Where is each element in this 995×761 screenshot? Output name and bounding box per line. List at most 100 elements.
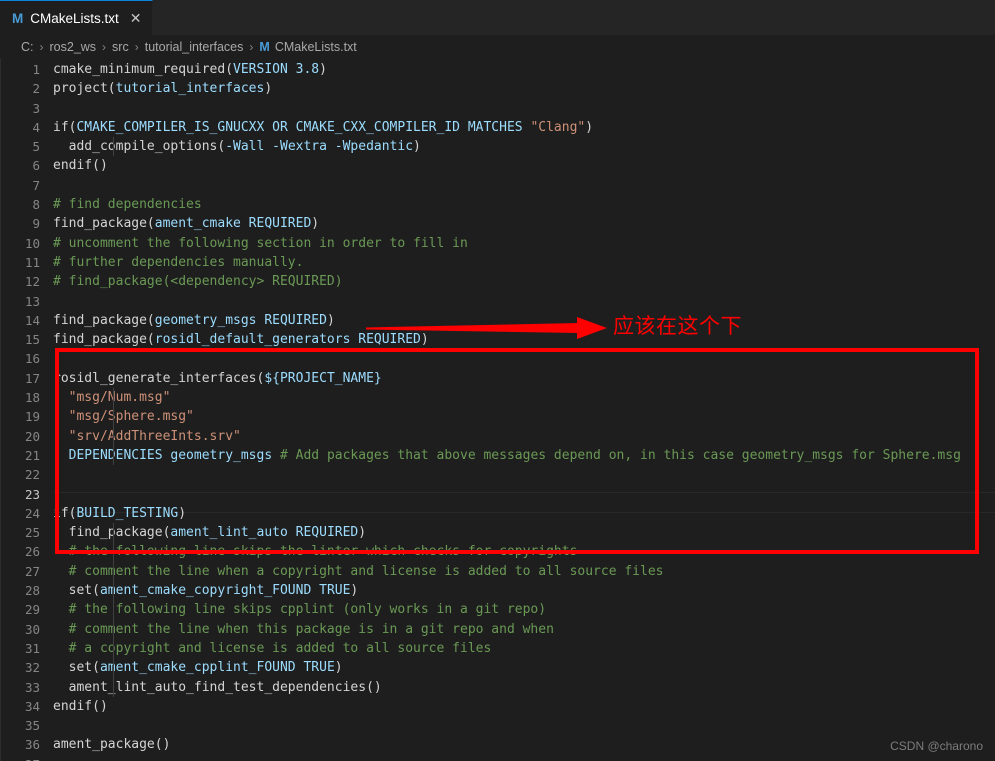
- code-line[interactable]: 8 # find dependencies: [1, 195, 995, 214]
- code-line[interactable]: 4 if(CMAKE_COMPILER_IS_GNUCXX OR CMAKE_CX…: [1, 118, 995, 137]
- line-number: 12: [24, 274, 40, 290]
- code-lines-container[interactable]: 1 cmake_minimum_required(VERSION 3.8) 2 pro…: [1, 58, 995, 761]
- code-line[interactable]: 34 endif(): [1, 697, 995, 716]
- code-line-content: # find dependencies: [53, 195, 995, 214]
- chevron-right-icon: ›: [134, 39, 139, 54]
- code-line[interactable]: 23: [1, 485, 995, 514]
- indent-guide: [113, 542, 114, 562]
- breadcrumb-item-ros2_ws[interactable]: ros2_ws: [50, 40, 97, 54]
- breadcrumb-item-drive[interactable]: C:: [21, 40, 34, 54]
- breadcrumb-item-file[interactable]: M CMakeLists.txt: [259, 40, 356, 54]
- line-number: 1: [32, 62, 40, 77]
- code-line-content: find_package(rosidl_default_generators R…: [53, 330, 995, 349]
- code-line[interactable]: 16: [1, 349, 995, 368]
- code-line[interactable]: 14 find_package(geometry_msgs REQUIRED): [1, 311, 995, 330]
- code-line[interactable]: 2 project(tutorial_interfaces): [1, 79, 995, 98]
- code-token: find_package: [53, 216, 147, 232]
- indent-guide: [113, 600, 114, 620]
- code-token: # a copyright and license is added to al…: [68, 640, 492, 656]
- line-number: 16: [24, 351, 40, 367]
- indent-guide: [113, 638, 114, 659]
- code-line[interactable]: 25 find_package(ament_lint_auto REQUIRED…: [1, 523, 995, 543]
- code-editor[interactable]: 1 cmake_minimum_required(VERSION 3.8) 2 pro…: [0, 58, 995, 761]
- code-line[interactable]: 24 if(BUILD_TESTING): [1, 504, 995, 523]
- code-line[interactable]: 33 ament_lint_auto_find_test_dependencie…: [1, 677, 995, 697]
- indent-guide: [113, 426, 114, 446]
- line-number: 28: [24, 583, 40, 599]
- code-line[interactable]: 5 add_compile_options(-Wall -Wextra -Wpe…: [1, 137, 995, 157]
- code-line[interactable]: 12 # find_package(<dependency> REQUIRED): [1, 272, 995, 291]
- tab-cmakelists[interactable]: M CMakeLists.txt ✕: [0, 0, 153, 35]
- code-line[interactable]: 26 # the following line skips the linter…: [1, 542, 995, 562]
- code-line-content: "srv/AddThreeInts.srv": [53, 426, 995, 446]
- code-line[interactable]: 18 "msg/Num.msg": [1, 388, 995, 408]
- watermark: CSDN @charono: [890, 739, 983, 753]
- indent-guide: [113, 658, 114, 678]
- code-line[interactable]: 10 # uncomment the following section in o…: [1, 234, 995, 253]
- code-token: ): [413, 139, 421, 155]
- breadcrumb-item-tutorial_interfaces[interactable]: tutorial_interfaces: [145, 40, 244, 54]
- code-line[interactable]: 3: [1, 99, 995, 118]
- code-line-content: rosidl_generate_interfaces(${PROJECT_NAM…: [53, 369, 995, 388]
- code-token: if: [53, 119, 69, 135]
- chevron-right-icon: ›: [102, 39, 107, 54]
- code-line[interactable]: 20 "srv/AddThreeInts.srv": [1, 426, 995, 446]
- code-token: "srv/AddThreeInts.srv": [68, 428, 241, 444]
- code-line[interactable]: 9 find_package(ament_cmake REQUIRED): [1, 214, 995, 233]
- code-token: geometry_msgs REQUIRED: [154, 312, 327, 328]
- line-number: 27: [24, 563, 40, 579]
- code-line[interactable]: 36 ament_package(): [1, 735, 995, 754]
- code-line[interactable]: 21 DEPENDENCIES geometry_msgs # Add pack…: [1, 445, 995, 466]
- code-line-content: endif(): [53, 156, 995, 175]
- code-line[interactable]: 30 # comment the line when this package …: [1, 619, 995, 639]
- code-line[interactable]: 11 # further dependencies manually.: [1, 253, 995, 272]
- code-token: project: [53, 81, 108, 97]
- code-token: (: [92, 660, 100, 676]
- breadcrumb-item-src[interactable]: src: [112, 40, 129, 54]
- code-line[interactable]: 13: [1, 292, 995, 311]
- indent-guide: [113, 388, 114, 408]
- breadcrumb-file-label: CMakeLists.txt: [274, 39, 357, 54]
- code-token: # the following line skips cpplint (only…: [68, 602, 547, 618]
- code-token: ament_cmake_cpplint_FOUND TRUE: [99, 660, 335, 676]
- code-line-content: if(BUILD_TESTING): [53, 504, 995, 523]
- chevron-right-icon: ›: [249, 39, 254, 54]
- code-token: (): [92, 158, 108, 174]
- cmake-file-icon: M: [259, 39, 270, 54]
- code-line[interactable]: 27 # comment the line when a copyright a…: [1, 561, 995, 582]
- line-number: 21: [24, 447, 40, 463]
- code-line[interactable]: 17 rosidl_generate_interfaces(${PROJECT_N…: [1, 369, 995, 388]
- annotation-note-text: 应该在这个下: [613, 314, 742, 338]
- code-line[interactable]: 37: [1, 755, 995, 761]
- code-line[interactable]: 19 "msg/Sphere.msg": [1, 407, 995, 427]
- code-line[interactable]: 1 cmake_minimum_required(VERSION 3.8): [1, 60, 995, 79]
- code-line[interactable]: 35: [1, 716, 995, 735]
- code-line[interactable]: 15 find_package(rosidl_default_generators…: [1, 330, 995, 349]
- code-token: (: [146, 312, 155, 328]
- code-line[interactable]: 28 set(ament_cmake_copyright_FOUND TRUE): [1, 581, 995, 601]
- code-line-content: find_package(ament_lint_auto REQUIRED): [53, 523, 995, 543]
- code-token: add_compile_options: [68, 139, 218, 155]
- code-line-content: # comment the line when a copyright and …: [53, 561, 995, 582]
- code-line[interactable]: 31 # a copyright and license is added to…: [1, 638, 995, 659]
- line-number: 9: [32, 216, 40, 232]
- code-line[interactable]: 29 # the following line skips cpplint (o…: [1, 600, 995, 620]
- code-token: ): [358, 525, 367, 541]
- code-token: ): [311, 216, 320, 232]
- code-token: ament_cmake_copyright_FOUND TRUE: [99, 583, 351, 599]
- code-line-content: project(tutorial_interfaces): [53, 79, 995, 98]
- code-token: # uncomment the following section in ord…: [53, 235, 468, 251]
- close-icon[interactable]: ✕: [130, 11, 142, 25]
- code-line[interactable]: 6 endif(): [1, 156, 995, 175]
- code-token: # comment the line when a copyright and …: [68, 563, 664, 579]
- code-line[interactable]: 7: [1, 176, 995, 195]
- code-line[interactable]: 22): [1, 465, 995, 484]
- code-line[interactable]: 32 set(ament_cmake_cpplint_FOUND TRUE): [1, 658, 995, 678]
- line-number: 19: [24, 409, 40, 425]
- code-token: # Add packages that above messages depen…: [279, 447, 961, 463]
- code-token: ): [326, 312, 335, 328]
- code-token: # find_package(<dependency> REQUIRED): [53, 274, 343, 290]
